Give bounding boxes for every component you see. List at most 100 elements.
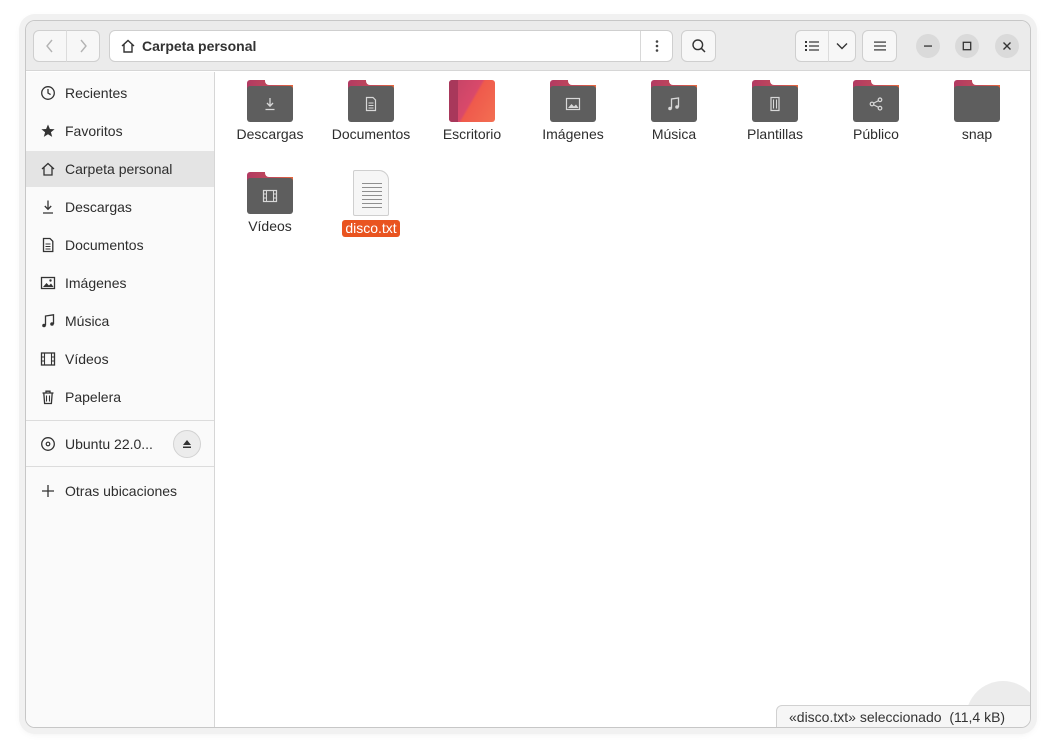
- folder-icon: [954, 80, 1000, 122]
- header-bar: Carpeta personal: [26, 21, 1030, 71]
- sidebar-item-carpeta-personal[interactable]: Carpeta personal: [26, 151, 214, 187]
- file-item-musica[interactable]: Música: [624, 80, 724, 143]
- download-icon: [40, 199, 56, 215]
- status-text: «disco.txt» seleccionado (11,4 kB): [789, 709, 1006, 725]
- document-icon: [365, 96, 377, 112]
- download-icon: [265, 98, 275, 111]
- file-name: Público: [853, 126, 899, 142]
- sidebar-separator: [26, 466, 214, 467]
- close-icon: [1003, 42, 1011, 50]
- file-item-publico[interactable]: Público: [826, 80, 926, 143]
- maximize-icon: [962, 41, 972, 51]
- folder-icon: [550, 80, 596, 122]
- folder-icon: [348, 80, 394, 122]
- forward-button[interactable]: [66, 30, 100, 62]
- sidebar-item-label: Ubuntu 22.0...: [65, 436, 153, 452]
- sidebar-item-papelera[interactable]: Papelera: [26, 379, 214, 415]
- trash-icon: [40, 389, 56, 405]
- file-name: Escritorio: [442, 126, 502, 142]
- file-item-imagenes[interactable]: Imágenes: [523, 80, 623, 143]
- file-item-documentos[interactable]: Documentos: [321, 80, 421, 143]
- file-grid: Descargas Documentos Escritorio Imágenes: [216, 72, 1030, 727]
- list-view-icon: [805, 41, 819, 51]
- status-bar: «disco.txt» seleccionado (11,4 kB): [776, 705, 1030, 727]
- sidebar-item-label: Música: [65, 313, 110, 329]
- eject-button[interactable]: [173, 430, 201, 458]
- minimize-icon: [924, 45, 932, 47]
- file-item-plantillas[interactable]: Plantillas: [725, 80, 825, 143]
- file-item-escritorio[interactable]: Escritorio: [422, 80, 522, 143]
- file-name: Plantillas: [746, 126, 804, 142]
- vertical-ellipsis-icon: [655, 40, 658, 52]
- sidebar-item-descargas[interactable]: Descargas: [26, 189, 214, 225]
- minimize-button[interactable]: [916, 34, 940, 58]
- image-icon: [565, 97, 581, 111]
- file-name: Vídeos: [248, 218, 292, 234]
- view-options-dropdown[interactable]: [828, 30, 856, 62]
- folder-icon: [247, 80, 293, 122]
- music-icon: [668, 97, 680, 111]
- disc-icon: [40, 436, 56, 452]
- home-icon: [40, 161, 56, 177]
- file-name: snap: [961, 126, 993, 142]
- sidebar-item-musica[interactable]: Música: [26, 303, 214, 339]
- sidebar-item-label: Imágenes: [65, 275, 127, 291]
- sidebar-item-recientes[interactable]: Recientes: [26, 75, 214, 111]
- folder-icon: [651, 80, 697, 122]
- sidebar-item-videos[interactable]: Vídeos: [26, 341, 214, 377]
- film-icon: [40, 351, 56, 367]
- folder-icon: [247, 172, 293, 214]
- sidebar-separator: [26, 420, 214, 421]
- hamburger-menu-icon: [873, 41, 886, 51]
- chevron-down-icon: [836, 43, 848, 50]
- file-item-snap[interactable]: snap: [927, 80, 1027, 143]
- file-name: Imágenes: [542, 126, 604, 142]
- home-icon: [120, 38, 136, 54]
- file-name: Música: [651, 126, 697, 142]
- clock-icon: [40, 85, 56, 101]
- file-name-selected: disco.txt: [342, 220, 400, 237]
- path-menu-button[interactable]: [640, 31, 672, 61]
- sidebar-item-documentos[interactable]: Documentos: [26, 227, 214, 263]
- chevron-left-icon: [46, 39, 53, 53]
- share-icon: [869, 97, 883, 111]
- sidebar-item-imagenes[interactable]: Imágenes: [26, 265, 214, 301]
- back-button[interactable]: [33, 30, 67, 62]
- music-icon: [40, 313, 56, 329]
- sidebar-item-label: Favoritos: [65, 123, 123, 139]
- main-menu-button[interactable]: [862, 30, 897, 62]
- sidebar-item-label: Vídeos: [65, 351, 109, 367]
- film-icon: [262, 189, 278, 203]
- path-bar[interactable]: Carpeta personal: [109, 30, 673, 62]
- folder-icon: [853, 80, 899, 122]
- file-item-videos[interactable]: Vídeos: [220, 172, 320, 235]
- chevron-right-icon: [80, 39, 87, 53]
- template-icon: [770, 96, 780, 112]
- sidebar-item-label: Papelera: [65, 389, 122, 405]
- sidebar-item-label: Carpeta personal: [65, 161, 173, 177]
- desktop-folder-icon: [449, 80, 495, 122]
- search-icon: [691, 39, 706, 53]
- sidebar-item-favoritos[interactable]: Favoritos: [26, 113, 214, 149]
- file-item-descargas[interactable]: Descargas: [220, 80, 320, 143]
- file-name: Descargas: [236, 126, 304, 142]
- file-item-disco-txt[interactable]: disco.txt: [321, 170, 421, 237]
- eject-icon: [183, 440, 191, 448]
- sidebar-item-label: Descargas: [65, 199, 132, 215]
- path-title: Carpeta personal: [142, 38, 257, 54]
- file-manager-window: Carpeta personal Recientes Favoritos Car…: [25, 20, 1031, 728]
- close-button[interactable]: [995, 34, 1019, 58]
- list-view-button[interactable]: [795, 30, 829, 62]
- search-button[interactable]: [681, 30, 716, 62]
- sidebar-item-otras-ubicaciones[interactable]: Otras ubicaciones: [26, 473, 214, 509]
- sidebar-item-label: Recientes: [65, 85, 128, 101]
- star-icon: [40, 123, 56, 139]
- plus-icon: [40, 483, 56, 499]
- file-name: Documentos: [331, 126, 411, 142]
- sidebar-item-label: Otras ubicaciones: [65, 483, 178, 499]
- maximize-button[interactable]: [955, 34, 979, 58]
- sidebar-item-label: Documentos: [65, 237, 144, 253]
- document-icon: [40, 237, 56, 253]
- image-icon: [40, 275, 56, 291]
- sidebar: Recientes Favoritos Carpeta personal Des…: [26, 72, 215, 727]
